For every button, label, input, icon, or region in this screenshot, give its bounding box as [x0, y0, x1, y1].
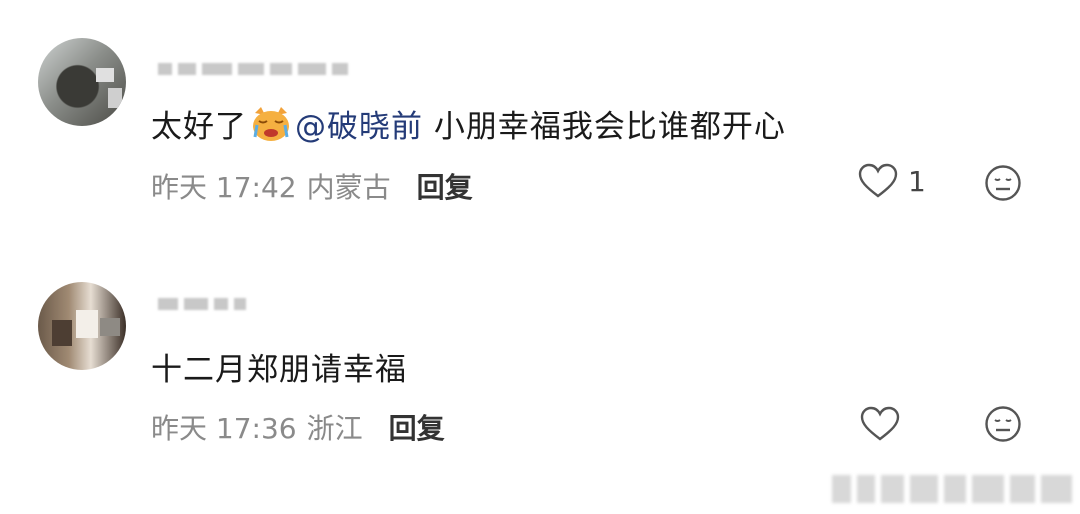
cat-crying-emoji-icon — [253, 107, 289, 141]
comment-time: 昨天 17:42 — [151, 171, 297, 204]
comment-meta: 昨天 17:36 浙江 回复 — [151, 407, 445, 447]
avatar[interactable] — [38, 282, 126, 370]
avatar[interactable] — [38, 38, 126, 126]
comment-location: 浙江 — [306, 412, 363, 445]
comment-location: 内蒙古 — [306, 171, 391, 204]
like-button[interactable]: 1 — [858, 163, 926, 199]
neutral-face-icon[interactable] — [984, 164, 1022, 202]
heart-outline-icon — [860, 406, 900, 441]
reply-button[interactable]: 回复 — [417, 166, 473, 206]
comment-time: 昨天 17:36 — [151, 412, 297, 445]
watermark-blurred — [832, 470, 1072, 508]
comment-meta: 昨天 17:42 内蒙古 回复 — [151, 166, 473, 206]
like-button[interactable] — [860, 406, 910, 442]
neutral-face-icon[interactable] — [984, 405, 1022, 443]
heart-outline-icon — [858, 163, 898, 198]
comment-text-prefix: 十二月郑朋请幸福 — [151, 352, 407, 388]
reply-button[interactable]: 回复 — [389, 407, 445, 447]
comment-text: 十二月郑朋请幸福 — [151, 344, 407, 389]
mention-link[interactable]: @破晓前 — [295, 109, 423, 145]
comment-text-prefix: 太好了 — [151, 109, 247, 145]
username-blurred[interactable] — [158, 293, 246, 315]
like-count: 1 — [908, 164, 926, 198]
comment-text-suffix: 小朋幸福我会比谁都开心 — [423, 109, 786, 145]
comment-text: 太好了 @破晓前 小朋幸福我会比谁都开心 — [151, 101, 786, 146]
username-blurred[interactable] — [158, 58, 348, 80]
